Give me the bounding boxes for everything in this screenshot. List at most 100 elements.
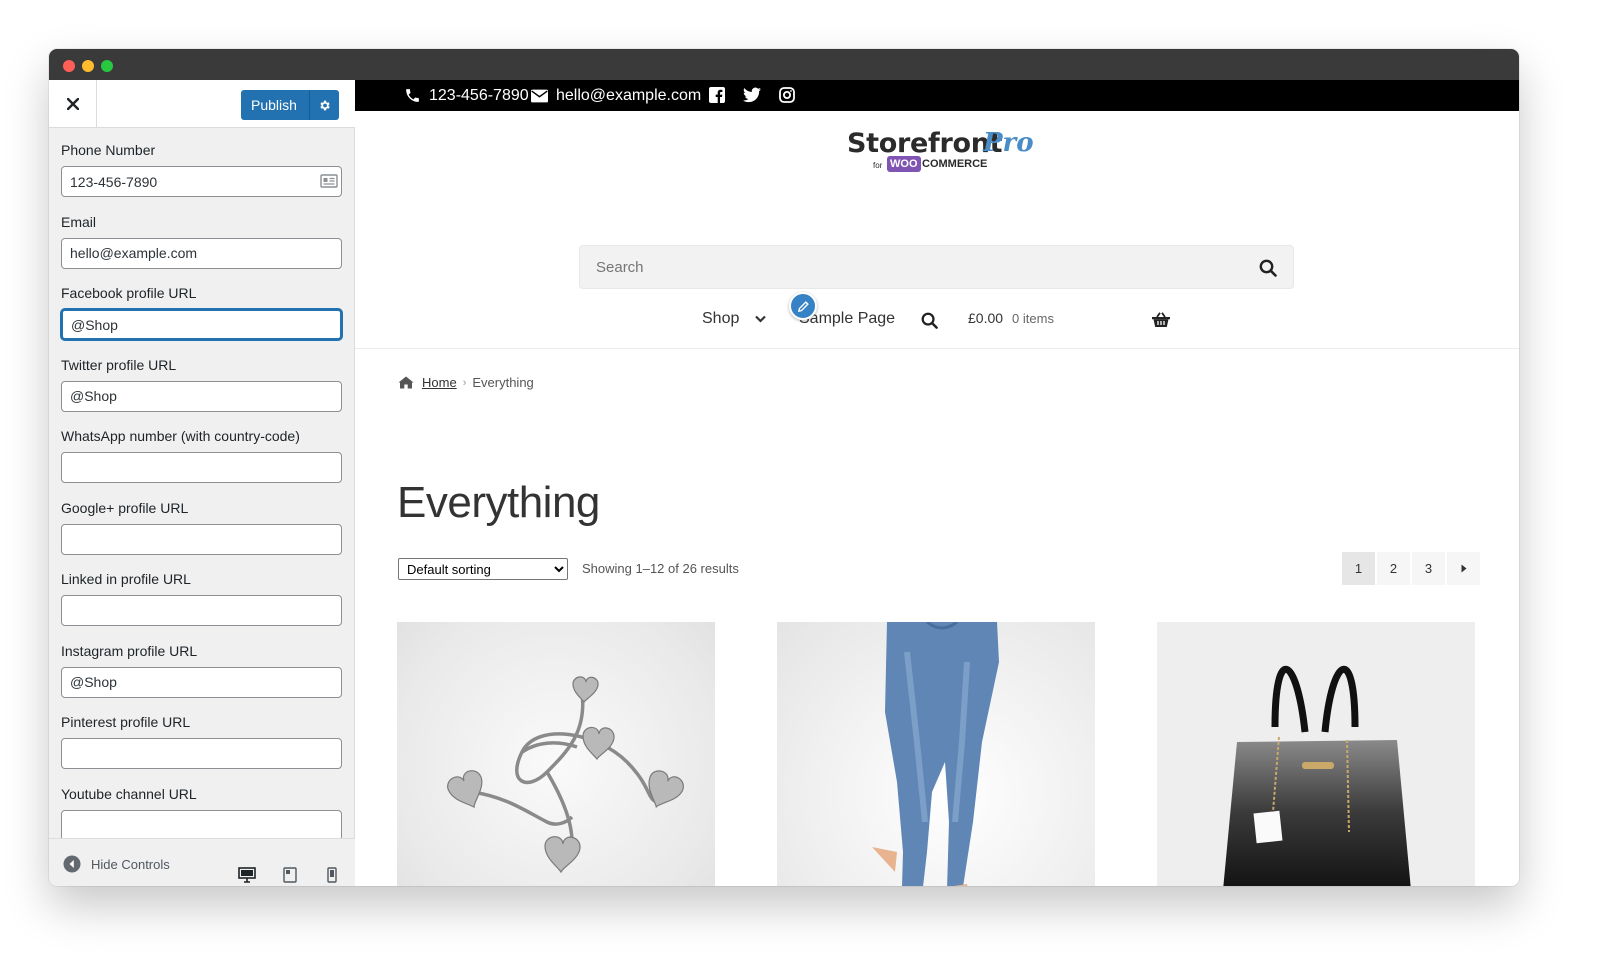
primary-navigation: Shop Sample Page £0.00 0 items xyxy=(355,302,1519,348)
topbar-phone-text: 123-456-7890 xyxy=(429,86,529,104)
window-titlebar xyxy=(49,49,1519,80)
minimize-window-dot[interactable] xyxy=(82,60,94,72)
mini-cart[interactable]: £0.00 0 items xyxy=(968,310,1054,326)
contact-card-icon[interactable] xyxy=(320,173,338,189)
search-input[interactable] xyxy=(580,246,1240,288)
google-plus-url-label: Google+ profile URL xyxy=(61,499,189,516)
pinterest-url-input[interactable] xyxy=(61,738,342,769)
field-whatsapp-number: WhatsApp number (with country-code) xyxy=(61,428,343,500)
social-settings-fields: Phone Number Email Facebook profile URL … xyxy=(61,142,343,857)
mobile-preview-icon[interactable] xyxy=(327,867,337,883)
email-label: Email xyxy=(61,213,97,230)
gear-icon xyxy=(320,100,330,110)
field-phone-number: Phone Number xyxy=(61,142,343,214)
logo-storefront-text: Storefront xyxy=(847,128,1003,159)
cart-item-count: 0 items xyxy=(1012,310,1054,326)
facebook-url-input[interactable] xyxy=(61,309,342,340)
product-card-jeans[interactable] xyxy=(777,622,1095,886)
customizer-footer: Hide Controls xyxy=(49,838,355,886)
field-email: Email xyxy=(61,214,343,286)
phone-icon xyxy=(406,89,419,102)
instagram-url-label: Instagram profile URL xyxy=(61,642,198,659)
breadcrumb-current: Everything xyxy=(472,375,534,390)
breadcrumb-home-link[interactable]: Home xyxy=(422,375,457,390)
twitter-icon[interactable] xyxy=(743,87,761,103)
nav-shop-label: Shop xyxy=(702,310,740,327)
twitter-url-label: Twitter profile URL xyxy=(61,356,177,373)
twitter-url-input[interactable] xyxy=(61,380,342,412)
desktop-preview-icon[interactable] xyxy=(238,867,256,883)
chevron-down-icon[interactable] xyxy=(755,315,767,323)
nav-item-shop[interactable]: Shop xyxy=(702,310,767,328)
handbag-image xyxy=(1223,666,1411,886)
publish-button-group: Publish xyxy=(241,90,339,120)
tablet-preview-icon[interactable] xyxy=(283,867,297,883)
logo-pro-text: Pro xyxy=(983,128,1034,158)
edit-menu-shortcut[interactable] xyxy=(789,292,817,320)
bracelet-image xyxy=(447,676,684,874)
product-card-handbag[interactable] xyxy=(1157,622,1475,886)
breadcrumb: Home › Everything xyxy=(398,375,534,390)
field-pinterest-url: Pinterest profile URL xyxy=(61,714,343,786)
collapse-arrow-icon xyxy=(63,855,81,873)
whatsapp-number-label: WhatsApp number (with country-code) xyxy=(61,428,300,444)
product-card-bracelet[interactable] xyxy=(397,622,715,886)
page-2-button[interactable]: 2 xyxy=(1377,552,1410,585)
phone-number-input[interactable] xyxy=(61,166,342,197)
logo-for-text: for xyxy=(873,161,883,170)
site-preview: 123-456-7890 hello@example.com Storefron… xyxy=(355,80,1519,886)
nav-search-icon[interactable] xyxy=(921,312,938,329)
linkedin-url-label: Linked in profile URL xyxy=(61,571,191,587)
whatsapp-number-input[interactable] xyxy=(61,452,342,483)
header-divider xyxy=(355,348,1519,349)
next-page-button[interactable] xyxy=(1447,552,1480,585)
youtube-url-label: Youtube channel URL xyxy=(61,785,197,802)
logo-woo-badge: WOO xyxy=(887,156,921,172)
instagram-icon[interactable] xyxy=(779,87,795,103)
linkedin-url-input[interactable] xyxy=(61,595,342,626)
field-twitter-url: Twitter profile URL xyxy=(61,357,343,429)
close-icon xyxy=(66,97,79,110)
facebook-url-label: Facebook profile URL xyxy=(61,285,197,301)
field-linkedin-url: Linked in profile URL xyxy=(61,571,343,643)
google-plus-url-input[interactable] xyxy=(61,523,342,555)
cart-amount: £0.00 xyxy=(968,310,1004,326)
home-icon xyxy=(398,376,414,389)
page-3-button[interactable]: 3 xyxy=(1412,552,1445,585)
page-title: Everything xyxy=(397,478,600,527)
topbar-email-text: hello@example.com xyxy=(556,86,702,104)
topbar-phone[interactable]: 123-456-7890 xyxy=(404,80,529,111)
caret-right-icon xyxy=(1461,564,1466,573)
publish-button[interactable]: Publish xyxy=(241,90,309,120)
phone-number-label: Phone Number xyxy=(61,142,156,158)
field-instagram-url: Instagram profile URL xyxy=(61,643,343,715)
hide-controls-label: Hide Controls xyxy=(91,856,170,872)
browser-window: Publish Phone Number Email Facebook prof… xyxy=(49,49,1519,886)
customizer-sidebar: Publish Phone Number Email Facebook prof… xyxy=(49,80,355,886)
result-count: Showing 1–12 of 26 results xyxy=(582,561,739,576)
email-input[interactable] xyxy=(61,237,342,269)
envelope-icon xyxy=(531,89,548,102)
basket-icon[interactable] xyxy=(1152,312,1170,328)
product-sorting-select[interactable]: Default sorting xyxy=(398,558,568,580)
youtube-url-input[interactable] xyxy=(61,809,342,841)
hide-controls-button[interactable]: Hide Controls xyxy=(63,855,170,873)
pencil-icon xyxy=(797,300,809,312)
field-facebook-url: Facebook profile URL xyxy=(61,285,343,357)
facebook-icon[interactable] xyxy=(709,87,725,103)
site-logo[interactable]: Storefront Pro for WOO COMMERCE xyxy=(845,128,1045,176)
jeans-image xyxy=(872,622,999,886)
publish-settings-button[interactable] xyxy=(309,90,339,120)
field-google-plus-url: Google+ profile URL xyxy=(61,500,343,572)
search-icon[interactable] xyxy=(1259,259,1277,277)
logo-commerce-text: COMMERCE xyxy=(922,158,988,170)
product-search xyxy=(579,245,1294,289)
customizer-header: Publish xyxy=(49,80,355,128)
topbar-email[interactable]: hello@example.com xyxy=(531,80,701,111)
close-window-dot[interactable] xyxy=(63,60,75,72)
pagination: 1 2 3 xyxy=(1342,552,1482,585)
page-1-button[interactable]: 1 xyxy=(1342,552,1375,585)
close-customizer-button[interactable] xyxy=(49,80,97,127)
maximize-window-dot[interactable] xyxy=(101,60,113,72)
instagram-url-input[interactable] xyxy=(61,666,342,698)
